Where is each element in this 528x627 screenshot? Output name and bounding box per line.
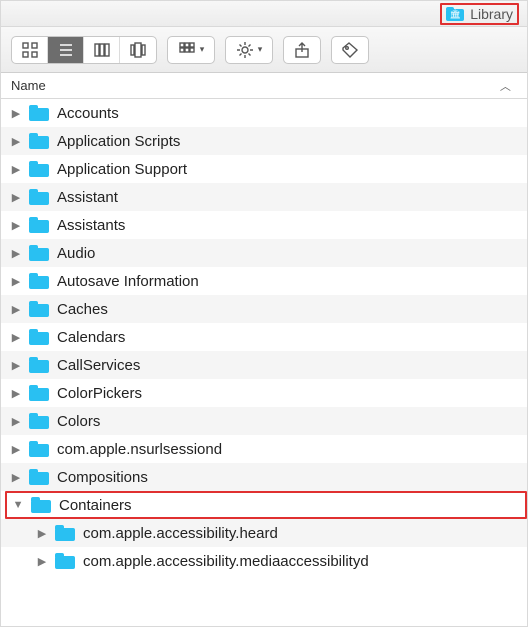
disclosure-right-icon[interactable]: ▶ [11, 191, 21, 204]
tag-icon [341, 41, 359, 59]
folder-icon [29, 301, 49, 317]
item-label: Assistant [57, 189, 118, 206]
folder-icon [29, 273, 49, 289]
item-label: Autosave Information [57, 273, 199, 290]
list-item[interactable]: ▶ Autosave Information [1, 267, 527, 295]
chevron-down-icon: ▾ [258, 44, 263, 55]
share-icon [293, 41, 311, 59]
folder-icon [29, 245, 49, 261]
item-label: Application Scripts [57, 133, 180, 150]
icon-view-button[interactable] [12, 37, 48, 63]
disclosure-right-icon[interactable]: ▶ [11, 443, 21, 456]
disclosure-right-icon[interactable]: ▶ [11, 275, 21, 288]
folder-icon [29, 217, 49, 233]
list-item[interactable]: ▼ Containers [5, 491, 527, 519]
folder-icon [55, 553, 75, 569]
grid-icon [21, 41, 39, 59]
list-item[interactable]: ▶ Assistants [1, 211, 527, 239]
tags-button[interactable] [331, 36, 369, 64]
disclosure-right-icon[interactable]: ▶ [11, 107, 21, 120]
sort-indicator-icon: 〈 [498, 74, 514, 97]
disclosure-right-icon[interactable]: ▶ [11, 163, 21, 176]
folder-icon [29, 413, 49, 429]
disclosure-right-icon[interactable]: ▶ [11, 247, 21, 260]
list-item[interactable]: ▶ Accounts [1, 99, 527, 127]
list-item[interactable]: ▶ Assistant [1, 183, 527, 211]
list-item[interactable]: ▶ CallServices [1, 351, 527, 379]
disclosure-right-icon[interactable]: ▶ [11, 387, 21, 400]
list-item[interactable]: ▶ Compositions [1, 463, 527, 491]
item-label: com.apple.accessibility.mediaaccessibili… [83, 553, 369, 570]
view-switcher [11, 36, 157, 64]
list-item[interactable]: ▶ Audio [1, 239, 527, 267]
disclosure-right-icon[interactable]: ▶ [11, 471, 21, 484]
item-label: Accounts [57, 105, 119, 122]
disclosure-right-icon[interactable]: ▶ [11, 219, 21, 232]
arrange-icon [178, 41, 196, 59]
window-title-label: Library [470, 6, 513, 22]
title-bar: 🏛 Library [1, 1, 527, 27]
item-label: Caches [57, 301, 108, 318]
folder-icon [29, 189, 49, 205]
column-view-button[interactable] [84, 37, 120, 63]
list-icon [57, 41, 75, 59]
folder-icon [29, 161, 49, 177]
disclosure-right-icon[interactable]: ▶ [11, 331, 21, 344]
item-label: Containers [59, 497, 132, 514]
window-title[interactable]: 🏛 Library [440, 3, 519, 25]
columns-icon [93, 41, 111, 59]
item-label: Assistants [57, 217, 125, 234]
share-button[interactable] [283, 36, 321, 64]
item-label: Compositions [57, 469, 148, 486]
gallery-icon [129, 41, 147, 59]
list-item[interactable]: ▶ Application Scripts [1, 127, 527, 155]
item-label: Audio [57, 245, 95, 262]
item-label: CallServices [57, 357, 140, 374]
item-label: Application Support [57, 161, 187, 178]
coverflow-view-button[interactable] [120, 37, 156, 63]
disclosure-right-icon[interactable]: ▶ [11, 135, 21, 148]
item-label: Calendars [57, 329, 125, 346]
disclosure-right-icon[interactable]: ▶ [11, 359, 21, 372]
folder-icon [29, 385, 49, 401]
file-list: ▶ Accounts ▶ Application Scripts ▶ Applicatio… [1, 99, 527, 626]
folder-icon [29, 105, 49, 121]
list-item[interactable]: ▶ ColorPickers [1, 379, 527, 407]
library-folder-icon: 🏛 [446, 7, 464, 21]
disclosure-right-icon[interactable]: ▶ [37, 555, 47, 568]
list-view-button[interactable] [48, 37, 84, 63]
list-item[interactable]: ▶ Colors [1, 407, 527, 435]
folder-icon [29, 133, 49, 149]
folder-icon [31, 497, 51, 513]
chevron-down-icon: ▾ [200, 44, 205, 55]
finder-window: 🏛 Library ▾ ▾ [0, 0, 528, 627]
disclosure-right-icon[interactable]: ▶ [11, 303, 21, 316]
disclosure-down-icon[interactable]: ▼ [13, 499, 23, 511]
action-button[interactable]: ▾ [225, 36, 273, 64]
item-label: com.apple.accessibility.heard [83, 525, 278, 542]
item-label: com.apple.nsurlsessiond [57, 441, 222, 458]
list-item[interactable]: ▶ Calendars [1, 323, 527, 351]
gear-icon [236, 41, 254, 59]
item-label: ColorPickers [57, 385, 142, 402]
list-item[interactable]: ▶ Application Support [1, 155, 527, 183]
list-item-child[interactable]: ▶ com.apple.accessibility.heard [1, 519, 527, 547]
disclosure-right-icon[interactable]: ▶ [37, 527, 47, 540]
toolbar: ▾ ▾ [1, 27, 527, 73]
list-item-child[interactable]: ▶ com.apple.accessibility.mediaaccessibil… [1, 547, 527, 575]
item-label: Colors [57, 413, 100, 430]
folder-icon [29, 357, 49, 373]
folder-icon [29, 329, 49, 345]
disclosure-right-icon[interactable]: ▶ [11, 415, 21, 428]
folder-icon [29, 441, 49, 457]
column-name-label: Name [11, 78, 494, 93]
folder-icon [29, 469, 49, 485]
list-item[interactable]: ▶ Caches [1, 295, 527, 323]
arrange-button[interactable]: ▾ [167, 36, 215, 64]
list-item[interactable]: ▶ com.apple.nsurlsessiond [1, 435, 527, 463]
folder-icon [55, 525, 75, 541]
column-header[interactable]: Name 〈 [1, 73, 527, 99]
